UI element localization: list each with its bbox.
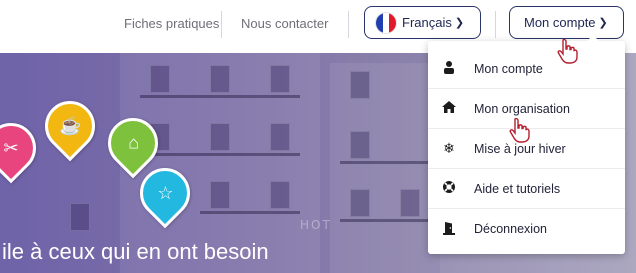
dropdown-caret — [587, 35, 599, 41]
balcony — [340, 161, 430, 164]
window — [210, 181, 230, 209]
menu-item-label: Mon organisation — [474, 101, 570, 116]
menu-item-label: Aide et tutoriels — [474, 181, 561, 196]
account-dropdown-menu: Mon compte Mon organisation ❄ Mise à jou… — [428, 35, 625, 254]
window — [150, 65, 170, 93]
window — [270, 123, 290, 151]
hand-pointer-icon — [557, 38, 578, 64]
account-menu-button[interactable]: Mon compte ❯ — [509, 6, 624, 39]
window — [270, 65, 290, 93]
fiches-pratiques-link[interactable]: Fiches pratiques — [124, 16, 219, 31]
nous-contacter-link[interactable]: Nous contacter — [241, 16, 328, 31]
hero-title: ile à ceux qui en ont besoin — [2, 239, 269, 264]
balcony — [200, 211, 300, 214]
menu-item-aide-et-tutoriels[interactable]: Aide et tutoriels — [428, 169, 625, 209]
balcony — [340, 219, 430, 222]
snowflake-icon: ❄ — [443, 140, 455, 156]
language-label: Français — [402, 15, 452, 30]
window — [350, 71, 370, 99]
language-selector[interactable]: Français ❯ — [364, 6, 481, 39]
menu-item-label: Mon compte — [474, 61, 543, 76]
logout-door-icon — [440, 221, 458, 238]
menu-item-label: Mise à jour hiver — [474, 141, 566, 156]
building-facade — [330, 63, 440, 273]
window — [70, 203, 90, 231]
hand-pointer-icon — [509, 117, 530, 143]
balcony — [140, 95, 300, 98]
window — [270, 181, 290, 209]
balcony — [140, 153, 300, 156]
menu-item-mon-compte[interactable]: Mon compte — [428, 49, 625, 89]
header-divider — [221, 11, 222, 38]
menu-item-label: Déconnexion — [474, 222, 547, 236]
map-pin-yellow: ☕ — [34, 90, 106, 162]
window — [210, 65, 230, 93]
france-flag-icon — [375, 11, 397, 34]
header-divider — [495, 11, 496, 38]
chevron-down-icon: ❯ — [598, 17, 608, 29]
hotel-sign: HOT — [300, 218, 332, 232]
shirt-icon: ☆ — [156, 182, 174, 203]
account-label: Mon compte — [524, 15, 596, 30]
chevron-down-icon: ❯ — [454, 17, 465, 29]
window — [350, 131, 370, 159]
food-bowl-icon: ☕ — [58, 115, 82, 136]
house-icon: ⌂ — [127, 132, 139, 153]
home-icon — [440, 100, 458, 117]
header-divider — [348, 11, 349, 38]
scissors-icon: ✂ — [3, 137, 19, 158]
window — [210, 123, 230, 151]
user-icon — [440, 60, 458, 77]
lifebuoy-icon — [440, 180, 458, 197]
menu-item-deconnexion[interactable]: Déconnexion — [428, 209, 625, 249]
window — [350, 189, 370, 217]
map-pin-pink: ✂ — [0, 112, 47, 184]
window — [400, 189, 420, 217]
